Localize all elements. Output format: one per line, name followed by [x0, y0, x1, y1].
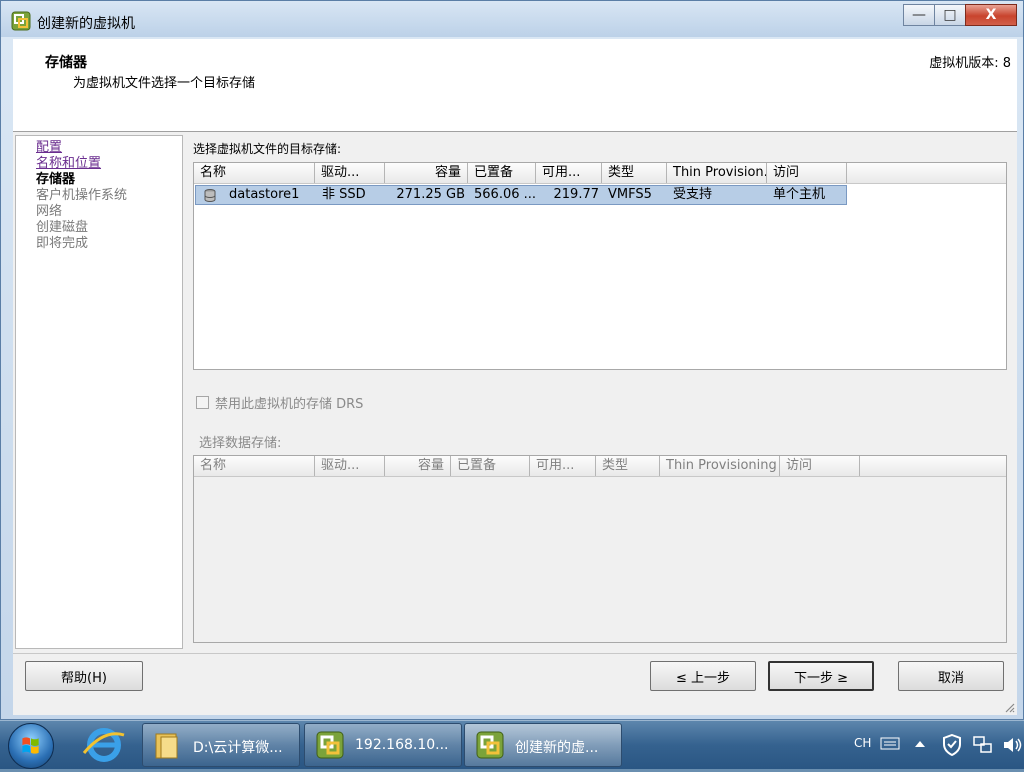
cell-name: datastore1 [229, 187, 300, 202]
footer-divider [13, 653, 1017, 654]
wizard-content: 存储器 为虚拟机文件选择一个目标存储 虚拟机版本: 8 配置 名称和位置 存储器… [13, 39, 1017, 715]
disable-drs-label: 禁用此虚拟机的存储 DRS [215, 397, 364, 412]
next-button[interactable]: 下一步 ≥ [768, 661, 874, 691]
network-icon[interactable] [972, 735, 994, 755]
vsphere-app-icon [11, 11, 31, 31]
cell-provisioned: 566.06 ... [474, 187, 536, 202]
column-header-provisioned[interactable]: 已置备 [468, 163, 536, 183]
column-header-thin: Thin Provisioning [660, 456, 780, 476]
maximize-button[interactable]: □ [934, 4, 966, 26]
select-storage-label: 选择虚拟机文件的目标存储: [193, 142, 342, 156]
maximize-icon: □ [943, 7, 957, 23]
datastore-table-header: 名称 驱动... 容量 已置备 可用... 类型 Thin Provision.… [194, 163, 1006, 184]
show-hidden-icons-icon[interactable] [914, 739, 926, 749]
taskbar-item-vsphere-client[interactable]: 192.168.10... [304, 723, 462, 767]
datastore-table-disabled: 名称 驱动... 容量 已置备 可用... 类型 Thin Provisioni… [193, 455, 1007, 643]
window-title: 创建新的虚拟机 [37, 16, 135, 32]
keyboard-icon[interactable] [880, 735, 900, 751]
next-button-label: 下一步 ≥ [793, 670, 849, 686]
back-button[interactable]: ≤ 上一步 [650, 661, 756, 691]
help-button-label: 帮助(H) [61, 670, 107, 686]
taskbar-item-label: 192.168.10... [355, 737, 449, 753]
cell-capacity: 271.25 GB [396, 187, 465, 202]
taskbar-item-new-vm-wizard[interactable]: 创建新的虚... [464, 723, 622, 767]
cell-drive: 非 SSD [322, 187, 366, 202]
taskbar: D:\云计算微... 192.168.10... 创建新的虚... CH [0, 720, 1024, 769]
window-controls: — □ X [903, 4, 1017, 26]
column-header-free: 可用... [530, 456, 596, 476]
page-subtitle: 为虚拟机文件选择一个目标存储 [73, 76, 256, 91]
column-header-drive: 驱动... [315, 456, 385, 476]
column-header-access: 访问 [780, 456, 860, 476]
column-header-access[interactable]: 访问 [767, 163, 847, 183]
volume-icon[interactable] [1002, 735, 1024, 755]
help-button[interactable]: 帮助(H) [25, 661, 143, 691]
column-header-type: 类型 [596, 456, 660, 476]
windows-logo-icon [22, 737, 39, 754]
security-shield-icon[interactable] [942, 734, 962, 756]
input-language-indicator[interactable]: CH [854, 736, 871, 750]
taskbar-item-label: D:\云计算微... [193, 740, 283, 756]
back-button-label: ≤ 上一步 [675, 670, 731, 686]
minimize-button[interactable]: — [903, 4, 935, 26]
wizard-header: 存储器 为虚拟机文件选择一个目标存储 虚拟机版本: 8 [13, 39, 1017, 132]
cell-free: 219.77 [553, 187, 600, 202]
wizard-steps-sidebar: 配置 名称和位置 存储器 客户机操作系统 网络 创建磁盘 即将完成 [15, 135, 183, 649]
minimize-icon: — [912, 7, 926, 23]
sidebar-item-network: 网络 [36, 204, 63, 219]
sidebar-item-storage: 存储器 [36, 172, 76, 187]
title-bar[interactable]: 创建新的虚拟机 — □ X [1, 1, 1023, 37]
cell-type: VMFS5 [608, 187, 652, 202]
column-header-capacity[interactable]: 容量 [385, 163, 468, 183]
vsphere-icon [476, 731, 504, 759]
sidebar-item-guest-os: 客户机操作系统 [36, 188, 128, 203]
sidebar-item-name-location[interactable]: 名称和位置 [36, 156, 101, 172]
disable-drs-option: 禁用此虚拟机的存储 DRS [196, 393, 363, 412]
column-header-drive[interactable]: 驱动... [315, 163, 385, 183]
datastore-table[interactable]: 名称 驱动... 容量 已置备 可用... 类型 Thin Provision.… [193, 162, 1007, 370]
select-datastore-label: 选择数据存储: [199, 436, 282, 451]
system-tray: CH [824, 721, 1024, 769]
column-header-name[interactable]: 名称 [194, 163, 315, 183]
vsphere-icon [316, 731, 344, 759]
cell-thin: 受支持 [673, 187, 713, 202]
column-header-name: 名称 [194, 456, 315, 476]
column-header-capacity: 容量 [385, 456, 451, 476]
close-button[interactable]: X [965, 4, 1017, 26]
taskbar-item-label: 创建新的虚... [515, 740, 599, 756]
folder-icon [155, 733, 178, 759]
cancel-button-label: 取消 [937, 670, 964, 686]
sidebar-item-create-disk: 创建磁盘 [36, 220, 89, 235]
sidebar-item-ready: 即将完成 [36, 236, 89, 251]
close-icon: X [985, 7, 997, 23]
column-header-provisioned: 已置备 [451, 456, 530, 476]
datastore-table-disabled-header: 名称 驱动... 容量 已置备 可用... 类型 Thin Provisioni… [194, 456, 1006, 477]
table-row[interactable]: datastore1 非 SSD 271.25 GB 566.06 ... 21… [195, 185, 847, 205]
wizard-window: 创建新的虚拟机 — □ X 存储器 为虚拟机文件选择一个目标存储 虚拟机版本: … [0, 0, 1024, 720]
start-button[interactable] [8, 723, 54, 769]
internet-explorer-icon[interactable] [76, 725, 132, 765]
page-title: 存储器 [45, 55, 87, 71]
cancel-button[interactable]: 取消 [898, 661, 1004, 691]
column-header-free[interactable]: 可用... [536, 163, 602, 183]
vm-version-label: 虚拟机版本: 8 [929, 56, 1011, 71]
cell-access: 单个主机 [773, 187, 826, 202]
disable-drs-checkbox[interactable] [196, 396, 209, 409]
resize-grip-icon[interactable] [1003, 701, 1015, 713]
datastore-icon [204, 189, 216, 202]
column-header-type[interactable]: 类型 [602, 163, 667, 183]
column-header-thin[interactable]: Thin Provision... [667, 163, 767, 183]
sidebar-item-config[interactable]: 配置 [36, 140, 62, 156]
taskbar-item-explorer[interactable]: D:\云计算微... [142, 723, 300, 767]
